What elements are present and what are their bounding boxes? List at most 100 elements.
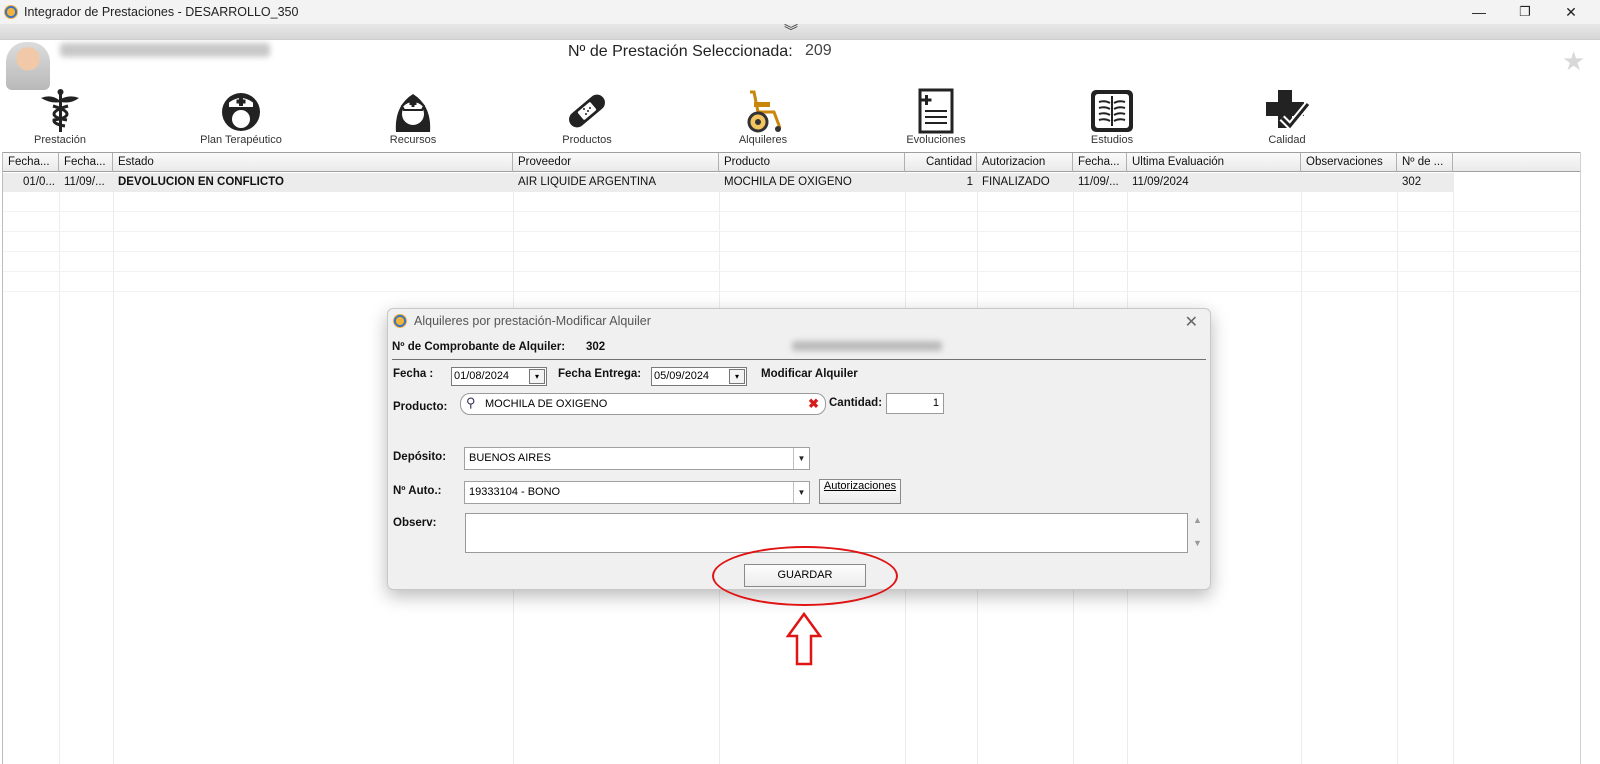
calendar-dropdown-icon[interactable]: ▾ [729, 369, 745, 384]
dialog-title: Alquileres por prestación-Modificar Alqu… [414, 314, 651, 328]
selected-prestacion-value: 209 [805, 42, 832, 59]
collapse-bar[interactable]: ︾ [0, 24, 1600, 40]
restore-button[interactable]: ❐ [1502, 0, 1548, 24]
window-title: Integrador de Prestaciones - DESARROLLO_… [24, 5, 299, 19]
nav-plan-terapeutico[interactable]: Plan Terapéutico [166, 88, 316, 152]
fecha-entrega-field[interactable]: 05/09/2024 ▾ [651, 367, 747, 386]
table-cell: 11/09/... [64, 176, 105, 188]
producto-search-field[interactable]: ⚲ MOCHILA DE OXIGENO ✖ [460, 393, 826, 415]
clear-icon[interactable]: ✖ [808, 394, 819, 414]
column-header[interactable]: Producto [719, 153, 905, 172]
chevron-down-icon[interactable]: ▼ [793, 482, 809, 503]
column-header[interactable]: Observaciones [1301, 153, 1397, 172]
minimize-button[interactable]: — [1456, 0, 1502, 24]
separator [392, 359, 1206, 360]
nav-label: Prestación [34, 134, 86, 146]
column-header[interactable]: Fecha... [59, 153, 113, 172]
chevron-double-down-icon[interactable]: ︾ [784, 24, 798, 38]
fecha-label: Fecha : [393, 368, 434, 380]
mode-label: Modificar Alquiler [761, 368, 858, 380]
close-button[interactable]: ✕ [1548, 0, 1594, 24]
scroll-down-icon[interactable]: ▼ [1193, 538, 1202, 548]
deposito-select[interactable]: BUENOS AIRES ▼ [464, 447, 810, 470]
grid-scrollbar[interactable] [1580, 152, 1600, 764]
nav-prestacion[interactable]: Prestación [0, 88, 135, 152]
selected-prestacion-label: Nº de Prestación Seleccionada: [568, 43, 793, 60]
nav-productos[interactable]: Productos [512, 88, 662, 152]
column-header[interactable]: Ultima Evaluación [1127, 153, 1301, 172]
auto-value: 19333104 - BONO [469, 486, 561, 498]
nurse-icon [389, 88, 437, 134]
scroll-up-icon[interactable]: ▲ [1193, 515, 1202, 525]
header-panel: Nº de Prestación Seleccionada: 209 ★ Pre… [0, 40, 1600, 152]
column-header[interactable]: Cantidad [905, 153, 977, 172]
nav-label: Recursos [389, 134, 437, 146]
grid-line [3, 211, 1581, 212]
grid-line [1397, 172, 1398, 764]
nav-estudios[interactable]: Estudios [1037, 88, 1187, 152]
deposito-label: Depósito: [393, 451, 447, 463]
table-cell: DEVOLUCION EN CONFLICTO [118, 176, 284, 188]
producto-value: MOCHILA DE OXIGENO [485, 398, 608, 410]
nav-calidad[interactable]: Calidad [1212, 88, 1362, 152]
calendar-dropdown-icon[interactable]: ▾ [529, 369, 545, 384]
app-logo-icon [393, 314, 407, 328]
fecha-entrega-label: Fecha Entrega: [558, 368, 642, 380]
nav-label: Evoluciones [906, 134, 966, 146]
column-header[interactable]: Nº de ... [1397, 153, 1453, 172]
fecha-field[interactable]: 01/08/2024 ▾ [451, 367, 547, 386]
cross-check-icon [1263, 88, 1311, 134]
autorizaciones-button[interactable]: Autorizaciones [819, 479, 901, 504]
up-arrow-icon [786, 612, 822, 666]
medical-report-icon [912, 88, 960, 134]
column-header[interactable]: Estado [113, 153, 513, 172]
grid-line [3, 271, 1581, 272]
auto-label: Nº Auto.: [393, 485, 442, 497]
table-cell: FINALIZADO [982, 176, 1050, 188]
window-titlebar: Integrador de Prestaciones - DESARROLLO_… [0, 0, 1600, 24]
patient-name-blurred [792, 341, 942, 351]
grid-line [59, 172, 60, 764]
comprobante-label: Nº de Comprobante de Alquiler: [392, 341, 566, 353]
nav-label: Estudios [1090, 134, 1134, 146]
avatar [6, 42, 50, 90]
column-header[interactable]: Fecha... [3, 153, 59, 172]
app-logo-icon [4, 5, 18, 19]
producto-label: Producto: [393, 401, 448, 413]
favorite-star-icon[interactable]: ★ [1562, 46, 1585, 77]
nurse-head-icon [217, 88, 265, 134]
grid-line [1453, 172, 1454, 764]
xray-icon [1088, 88, 1136, 134]
table-cell: 11/09/... [1078, 176, 1119, 188]
table-cell: MOCHILA DE OXIGENO [724, 176, 852, 188]
cantidad-field[interactable]: 1 [886, 393, 944, 414]
column-header[interactable]: Proveedor [513, 153, 719, 172]
close-icon[interactable]: ✕ [1185, 312, 1198, 332]
grid-line [3, 231, 1581, 232]
table-cell: 1 [966, 176, 973, 188]
dialog-titlebar: Alquileres por prestación-Modificar Alqu… [388, 309, 1210, 335]
table-header: Fecha... Fecha... Estado Proveedor Produ… [3, 152, 1581, 172]
cantidad-label: Cantidad: [829, 397, 883, 409]
nav-label: Alquileres [738, 134, 788, 146]
table-cell [1301, 173, 1397, 192]
chevron-down-icon[interactable]: ▼ [793, 448, 809, 469]
deposito-value: BUENOS AIRES [469, 452, 551, 464]
column-header[interactable]: Fecha... [1073, 153, 1127, 172]
table-row[interactable]: 01/0... 11/09/... DEVOLUCION EN CONFLICT… [3, 173, 1453, 192]
cantidad-value: 1 [932, 397, 939, 409]
table-cell: 11/09/2024 [1132, 176, 1189, 188]
column-header[interactable]: Autorizacion [977, 153, 1073, 172]
nav-label: Productos [562, 134, 612, 146]
fecha-value: 01/08/2024 [454, 370, 510, 382]
nav-alquileres[interactable]: Alquileres [688, 88, 838, 152]
search-icon[interactable]: ⚲ [466, 393, 476, 413]
auto-select[interactable]: 19333104 - BONO ▼ [464, 481, 810, 504]
nav-evoluciones[interactable]: Evoluciones [861, 88, 1011, 152]
nav-label: Plan Terapéutico [200, 134, 282, 146]
observ-label: Observ: [393, 517, 437, 529]
nav-recursos[interactable]: Recursos [338, 88, 488, 152]
grid-line [113, 172, 114, 764]
comprobante-value: 302 [586, 341, 606, 353]
wheelchair-icon [739, 88, 787, 134]
